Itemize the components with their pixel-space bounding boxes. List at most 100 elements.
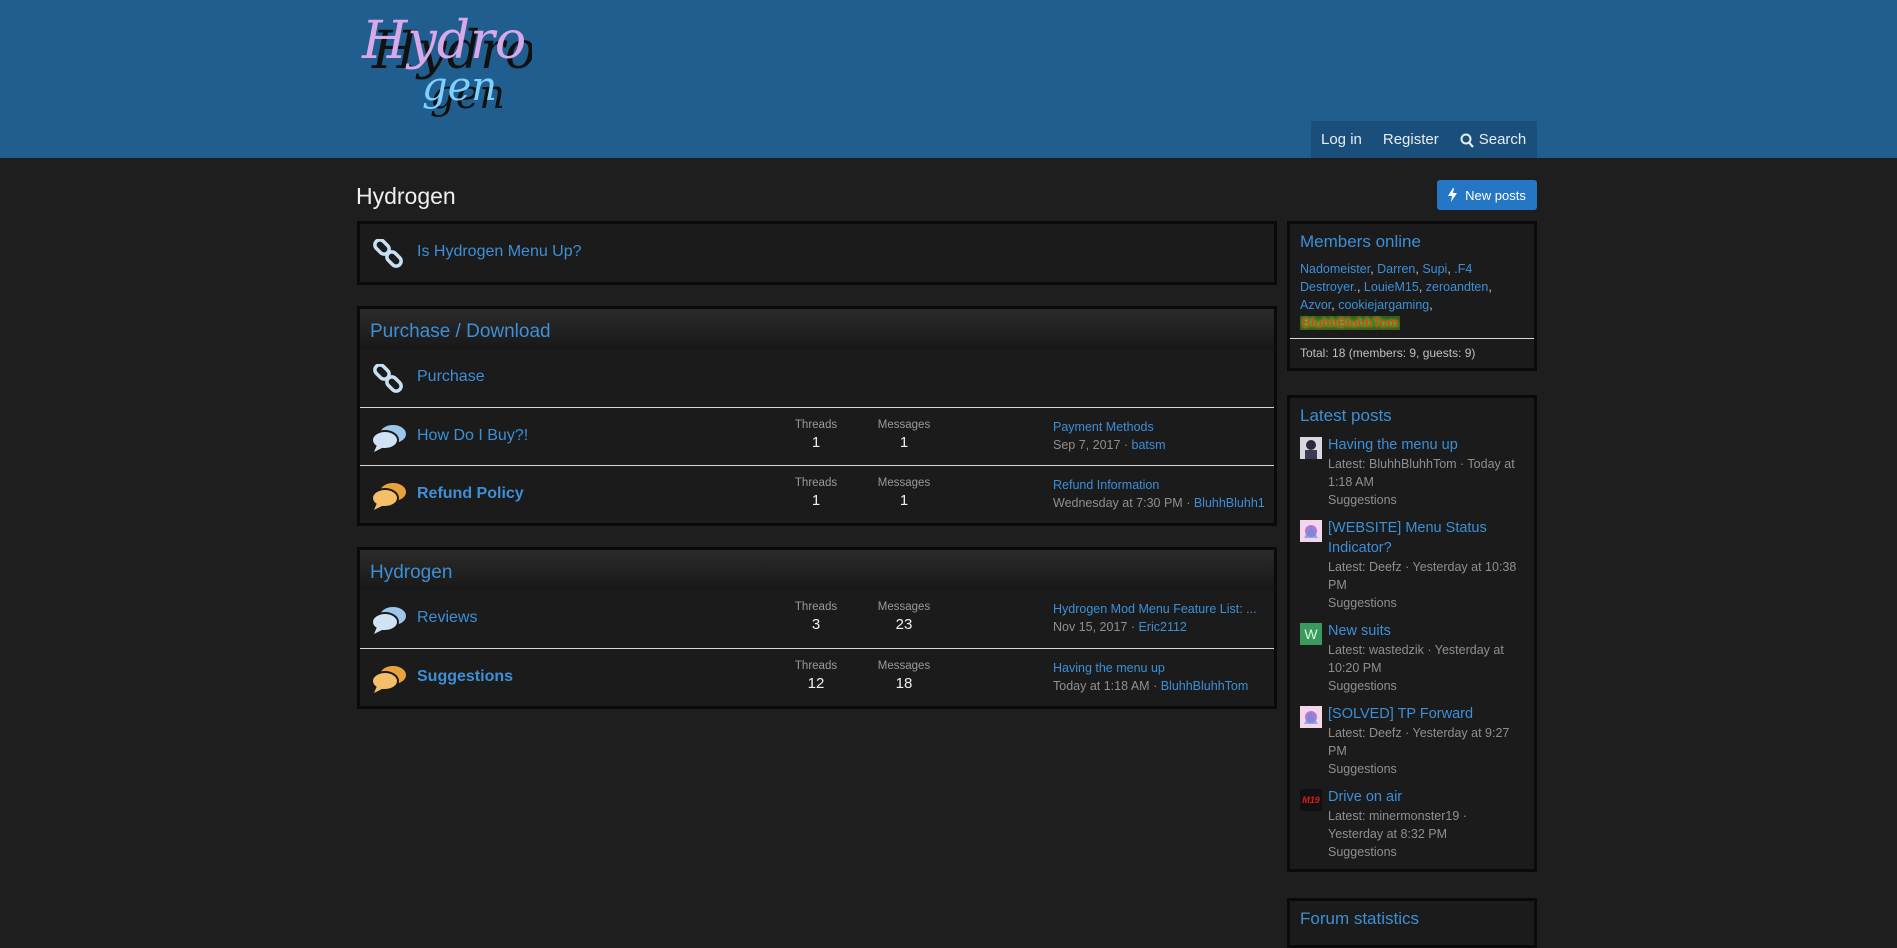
member-link[interactable]: Supi	[1422, 262, 1447, 276]
latest-posts-widget: Latest posts Having the menu up Latest: …	[1287, 395, 1537, 872]
avatar[interactable]: W	[1300, 623, 1322, 645]
messages-stat: Messages 1	[869, 419, 939, 451]
messages-stat: Messages 18	[869, 660, 939, 692]
latest-post-meta: Latest: Deefz · Yesterday at 9:27 PM	[1328, 726, 1510, 758]
threads-stat: Threads 3	[781, 601, 851, 633]
node-suggestions[interactable]: Suggestions Threads 12 Messages 18 Havin…	[360, 648, 1274, 706]
node-how-do-i-buy[interactable]: How Do I Buy?! Threads 1 Messages 1 Paym…	[360, 407, 1274, 465]
messages-count: 1	[899, 492, 909, 509]
chat-bubbles-icon	[371, 607, 406, 634]
node-purchase[interactable]: Purchase	[360, 349, 1274, 407]
node-title[interactable]: Purchase	[417, 368, 485, 386]
latest-post-item: [WEBSITE] Menu Status Indicator? Latest:…	[1300, 518, 1524, 612]
category-title[interactable]: Hydrogen	[360, 550, 1274, 590]
new-posts-button[interactable]: New posts	[1437, 180, 1537, 210]
latest-thread-link[interactable]: Payment Methods	[1053, 420, 1273, 434]
search-label: Search	[1478, 131, 1527, 148]
category-block-hydrogen: Hydrogen Reviews Threads 3 Messages 23 H…	[357, 547, 1277, 709]
chat-bubbles-icon	[371, 425, 406, 452]
latest-thread-link[interactable]: Having the menu up	[1053, 661, 1273, 675]
latest-post-title[interactable]: New suits	[1328, 621, 1524, 641]
node-title[interactable]: Reviews	[417, 609, 477, 627]
messages-label: Messages	[877, 660, 931, 672]
latest-meta: Nov 15, 2017 · Eric2112	[1053, 620, 1187, 634]
latest-post-item: [SOLVED] TP Forward Latest: Deefz · Yest…	[1300, 704, 1524, 778]
node-refund-policy[interactable]: Refund Policy Threads 1 Messages 1 Refun…	[360, 465, 1274, 523]
member-link[interactable]: cookiejargaming	[1338, 298, 1429, 312]
latest-meta: Sep 7, 2017 · batsm	[1053, 438, 1166, 452]
members-online-list: Nadomeister, Darren, Supi, .F4 Destroyer…	[1300, 262, 1492, 330]
latest-post-title[interactable]: [WEBSITE] Menu Status Indicator?	[1328, 518, 1524, 558]
latest-user-link[interactable]: BluhhBluhhTom	[1161, 679, 1249, 693]
latest-user-link[interactable]: Eric2112	[1138, 620, 1186, 634]
latest-meta: Wednesday at 7:30 PM · BluhhBluhh1	[1053, 496, 1265, 510]
latest-post-item: M19 Drive on air Latest: minermonster19 …	[1300, 787, 1524, 861]
messages-count: 23	[895, 616, 913, 633]
latest-post: Refund Information Wednesday at 7:30 PM …	[1053, 478, 1273, 510]
latest-user-link[interactable]: batsm	[1132, 438, 1166, 452]
forum-statistics-title[interactable]: Forum statistics	[1300, 909, 1524, 929]
search-icon	[1460, 133, 1474, 148]
search-link[interactable]: Search	[1450, 121, 1538, 158]
latest-user-link[interactable]: BluhhBluhh1	[1194, 496, 1265, 510]
threads-label: Threads	[794, 601, 838, 613]
latest-posts-title[interactable]: Latest posts	[1300, 406, 1524, 426]
latest-post-item: W New suits Latest: wastedzik · Yesterda…	[1300, 621, 1524, 695]
messages-label: Messages	[877, 419, 931, 431]
members-online-total: Total: 18 (members: 9, guests: 9)	[1290, 338, 1534, 360]
member-link[interactable]: zeroandten	[1426, 280, 1489, 294]
login-link[interactable]: Log in	[1311, 121, 1373, 158]
node-reviews[interactable]: Reviews Threads 3 Messages 23 Hydrogen M…	[360, 590, 1274, 648]
latest-post-title[interactable]: Drive on air	[1328, 787, 1524, 807]
member-link[interactable]: Darren	[1377, 262, 1415, 276]
node-is-hydrogen-menu-up[interactable]: Is Hydrogen Menu Up?	[360, 224, 1274, 282]
latest-thread-link[interactable]: Hydrogen Mod Menu Feature List: ...	[1053, 602, 1273, 616]
latest-post-forum[interactable]: Suggestions	[1328, 491, 1524, 509]
latest-post-title[interactable]: [SOLVED] TP Forward	[1328, 704, 1524, 724]
messages-label: Messages	[877, 601, 931, 613]
latest-post-meta: Latest: BluhhBluhhTom · Today at 1:18 AM	[1328, 457, 1515, 489]
latest-post-title[interactable]: Having the menu up	[1328, 435, 1524, 455]
member-link-highlighted[interactable]: BluhhBluhhTom	[1300, 316, 1401, 330]
messages-count: 1	[899, 434, 909, 451]
latest-post-meta: Latest: wastedzik · Yesterday at 10:20 P…	[1328, 643, 1504, 675]
threads-stat: Threads 1	[781, 477, 851, 509]
member-link[interactable]: LouieM15	[1364, 280, 1419, 294]
node-title[interactable]: Is Hydrogen Menu Up?	[417, 243, 582, 261]
latest-meta: Today at 1:18 AM · BluhhBluhhTom	[1053, 679, 1249, 693]
latest-date: Wednesday at 7:30 PM	[1053, 496, 1183, 510]
forum-statistics-widget: Forum statistics	[1287, 898, 1537, 948]
latest-thread-link[interactable]: Refund Information	[1053, 478, 1273, 492]
latest-post-forum[interactable]: Suggestions	[1328, 760, 1524, 778]
avatar[interactable]: M19	[1300, 789, 1322, 811]
threads-label: Threads	[794, 419, 838, 431]
avatar[interactable]	[1300, 706, 1322, 728]
latest-post: Having the menu up Today at 1:18 AM · Bl…	[1053, 661, 1273, 693]
member-link[interactable]: Azvor	[1300, 298, 1331, 312]
threads-label: Threads	[794, 660, 838, 672]
messages-count: 18	[895, 675, 913, 692]
forum-block: Is Hydrogen Menu Up?	[357, 221, 1277, 285]
threads-stat: Threads 1	[781, 419, 851, 451]
latest-post-forum[interactable]: Suggestions	[1328, 677, 1524, 695]
node-title[interactable]: Refund Policy	[417, 485, 524, 503]
category-title[interactable]: Purchase / Download	[360, 309, 1274, 349]
threads-count: 1	[811, 434, 821, 451]
messages-stat: Messages 23	[869, 601, 939, 633]
register-link[interactable]: Register	[1373, 121, 1450, 158]
latest-date: Nov 15, 2017	[1053, 620, 1128, 634]
latest-post-meta: Latest: minermonster19 · Yesterday at 8:…	[1328, 809, 1467, 841]
new-posts-label: New posts	[1465, 187, 1526, 203]
members-online-title[interactable]: Members online	[1300, 232, 1524, 252]
avatar[interactable]	[1300, 520, 1322, 542]
member-link[interactable]: Nadomeister	[1300, 262, 1370, 276]
avatar[interactable]	[1300, 437, 1322, 459]
link-icon	[373, 239, 403, 268]
node-title[interactable]: Suggestions	[417, 668, 513, 686]
latest-post-item: Having the menu up Latest: BluhhBluhhTom…	[1300, 435, 1524, 509]
threads-stat: Threads 12	[781, 660, 851, 692]
hydrogen-logo[interactable]: Hydro Hydro gen gen	[356, 0, 532, 118]
node-title[interactable]: How Do I Buy?!	[417, 427, 528, 445]
latest-post-forum[interactable]: Suggestions	[1328, 843, 1524, 861]
latest-post-forum[interactable]: Suggestions	[1328, 594, 1524, 612]
